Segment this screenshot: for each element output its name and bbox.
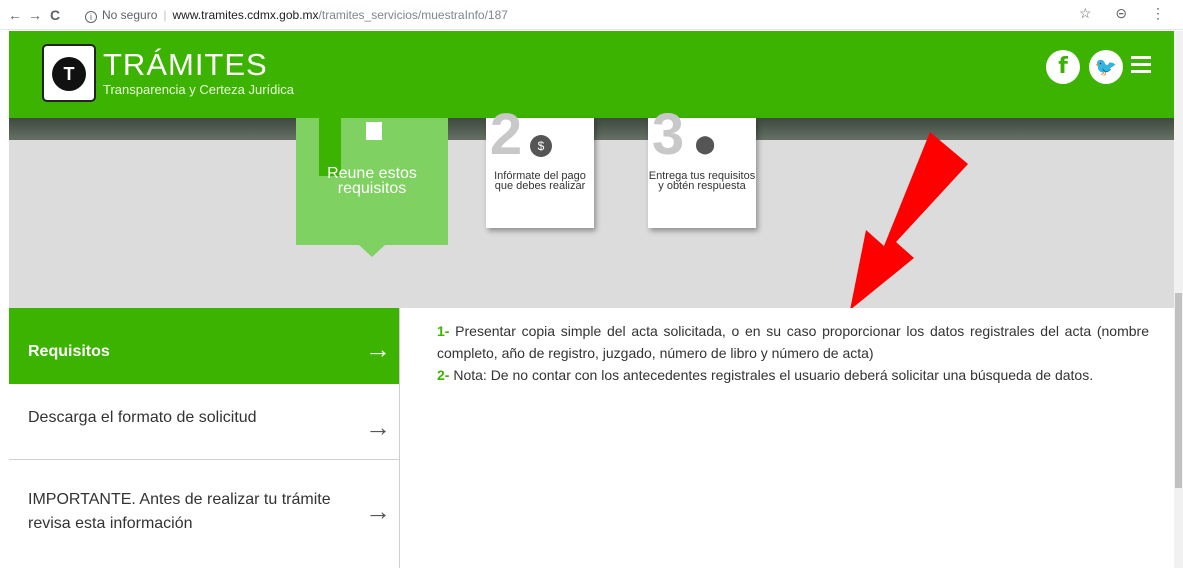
site-header: T TRÁMITES Transparencia y Certeza Juríd… <box>9 31 1174 118</box>
requirement-number: 1- <box>437 323 450 339</box>
step-2-number: 2 <box>489 102 523 167</box>
requirement-item: 1- Presentar copia simple del acta solic… <box>437 320 1149 364</box>
arrow-right-icon: → <box>365 412 391 442</box>
step-2-card[interactable]: 2 $ Infórmate del pago que debes realiza… <box>486 106 594 228</box>
browser-menu-icons[interactable]: ☆ ⊝ ⋮ <box>1079 5 1175 22</box>
red-annotation-arrow-icon <box>850 132 968 310</box>
site-subtitle: Transparencia y Certeza Jurídica <box>103 82 294 97</box>
address-bar[interactable]: i No seguro | www.tramites.cdmx.gob.mx/tram… <box>85 5 1085 25</box>
requirement-item: 2- Nota: De no contar con los antecedent… <box>437 364 1149 386</box>
insecure-label: No seguro <box>102 8 158 22</box>
requirement-text: Presentar copia simple del acta solicita… <box>437 323 1149 361</box>
url-path: /tramites_servicios/muestraInfo/187 <box>318 8 508 22</box>
info-icon[interactable]: i <box>85 11 97 23</box>
document-icon <box>366 122 382 140</box>
step-2-label: Infórmate del pago que debes realizar <box>494 170 586 192</box>
page-scrollbar[interactable] <box>1174 31 1183 568</box>
requirement-number: 2- <box>437 367 450 383</box>
site-title: TRÁMITES <box>103 47 268 82</box>
menu-item-label: Requisitos <box>28 343 110 360</box>
reload-button[interactable]: C <box>50 6 60 24</box>
menu-item-label: Descarga el formato de solicitud <box>28 409 257 426</box>
step-3-number: 3 <box>651 102 685 167</box>
menu-item-requisitos[interactable]: Requisitos → <box>9 308 399 384</box>
forward-button[interactable]: → <box>28 6 42 24</box>
step-3-card[interactable]: 3 ⬤ Entrega tus requisitos y obtén respu… <box>648 106 756 228</box>
url-separator: | <box>163 8 167 22</box>
location-pin-icon: ⬤ <box>695 134 716 154</box>
back-button[interactable]: ← <box>8 6 22 24</box>
browser-toolbar: ← → C i No seguro | www.tramites.cdmx.gob.m… <box>0 0 1183 30</box>
step-3-label: Entrega tus requisitos y obtén respuesta <box>648 170 756 192</box>
requirements-panel: 1- Presentar copia simple del acta solic… <box>399 308 1174 568</box>
twitter-icon[interactable]: 🐦 <box>1089 50 1123 84</box>
url-domain: www.tramites.cdmx.gob.mx <box>172 8 319 22</box>
logo-mark-icon: T <box>52 57 86 91</box>
scrollbar-thumb[interactable] <box>1175 293 1182 488</box>
site-logo[interactable]: T <box>42 44 96 102</box>
menu-item-label: IMPORTANTE. Antes de realizar tu trámite… <box>28 491 331 532</box>
hamburger-menu-icon[interactable] <box>1131 56 1151 74</box>
coin-icon: $ <box>530 135 552 157</box>
arrow-right-icon: → <box>365 334 391 364</box>
requirement-text: Nota: De no contar con los antecedentes … <box>453 367 1094 383</box>
facebook-icon[interactable]: f <box>1046 50 1080 84</box>
step-1-card[interactable]: Reune estos requisitos <box>296 118 448 257</box>
menu-item-descarga-formato[interactable]: Descarga el formato de solicitud → <box>9 384 399 460</box>
step-1-label: Reune estos requisitos <box>327 165 417 197</box>
arrow-right-icon: → <box>365 496 391 526</box>
menu-item-importante[interactable]: IMPORTANTE. Antes de realizar tu trámite… <box>9 460 399 568</box>
info-menu: Requisitos → Descarga el formato de soli… <box>9 308 399 568</box>
